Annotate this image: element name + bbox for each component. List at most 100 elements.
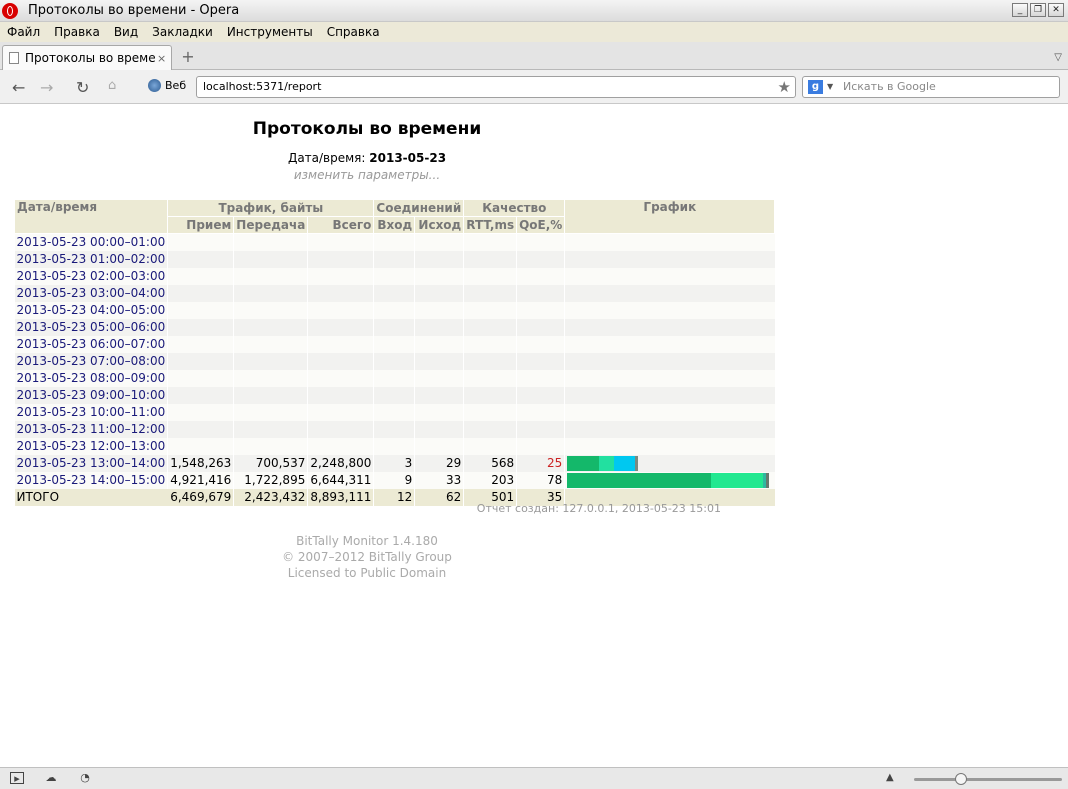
header-qoe[interactable]: QoE,% — [516, 216, 566, 234]
search-field[interactable]: g ▼ Искать в Google — [802, 76, 1060, 98]
cell-out — [414, 403, 465, 421]
tab-close-icon[interactable]: × — [157, 52, 166, 65]
menu-file[interactable]: Файл — [0, 25, 47, 39]
cell-rx — [167, 267, 235, 285]
address-field[interactable]: localhost:5371/report ★ — [196, 76, 796, 98]
header-out[interactable]: Исход — [414, 216, 465, 234]
cell-rtt — [463, 420, 518, 438]
web-label: Веб — [165, 79, 187, 92]
period-link[interactable]: 2013-05-23 14:00–15:00 — [14, 471, 169, 489]
period-link[interactable]: 2013-05-23 07:00–08:00 — [14, 352, 169, 370]
minimize-button[interactable]: _ — [1012, 3, 1028, 17]
cell-rtt — [463, 386, 518, 404]
cell-rtt — [463, 352, 518, 370]
cell-qoe — [516, 301, 566, 319]
zoom-slider[interactable] — [914, 773, 1062, 785]
speed-dial-icon[interactable]: ◔ — [78, 772, 92, 784]
cell-qoe — [516, 318, 566, 336]
cell-rx — [167, 420, 235, 438]
traffic-bar-segment — [567, 472, 712, 488]
close-window-button[interactable]: ✕ — [1048, 3, 1064, 17]
cell-rx — [167, 335, 235, 353]
cell-in — [373, 233, 416, 251]
menu-bar: Файл Правка Вид Закладки Инструменты Спр… — [0, 22, 1068, 42]
cloud-icon[interactable]: ☁ — [44, 772, 58, 784]
new-tab-button[interactable]: + — [178, 48, 198, 66]
period-link[interactable]: 2013-05-23 06:00–07:00 — [14, 335, 169, 353]
home-icon[interactable]: ⌂ — [108, 78, 116, 93]
header-total[interactable]: Всего — [307, 216, 375, 234]
cell-tx — [233, 318, 309, 336]
cell-total — [307, 352, 375, 370]
cell-rtt: 203 — [463, 471, 518, 489]
cell-rx — [167, 233, 235, 251]
cell-rtt — [463, 318, 518, 336]
reload-icon[interactable]: ↻ — [76, 78, 89, 97]
cell-in — [373, 318, 416, 336]
back-arrow-icon[interactable]: ← — [12, 78, 25, 97]
maximize-button[interactable]: ❐ — [1030, 3, 1046, 17]
menu-help[interactable]: Справка — [320, 25, 387, 39]
page-content: Протоколы во времени Дата/время: 2013-05… — [0, 105, 1068, 767]
zoom-slider-knob[interactable] — [955, 773, 968, 785]
tab-report[interactable]: Протоколы во времени × — [2, 45, 172, 70]
bookmark-star-icon[interactable]: ★ — [778, 77, 791, 97]
cell-total — [307, 250, 375, 268]
cell-out — [414, 267, 465, 285]
search-engine-dropdown-icon[interactable]: ▼ — [827, 77, 833, 97]
cell-out: 33 — [414, 471, 465, 489]
cell-rx — [167, 318, 235, 336]
cell-chart — [564, 437, 775, 455]
tab-menu-chevron-icon[interactable]: ▽ — [1054, 52, 1062, 63]
period-link[interactable]: 2013-05-23 10:00–11:00 — [14, 403, 169, 421]
cell-qoe — [516, 335, 566, 353]
period-link[interactable]: 2013-05-23 03:00–04:00 — [14, 284, 169, 302]
cell-total — [307, 437, 375, 455]
traffic-bar-segment — [765, 472, 769, 488]
cell-rtt — [463, 369, 518, 387]
cell-chart — [564, 335, 775, 353]
google-icon[interactable]: g — [808, 80, 823, 94]
cell-tx — [233, 420, 309, 438]
table-row: 2013-05-23 06:00–07:00 — [14, 335, 775, 353]
period-link[interactable]: 2013-05-23 13:00–14:00 — [14, 454, 169, 472]
menu-bookmarks[interactable]: Закладки — [145, 25, 220, 39]
cell-chart — [564, 267, 775, 285]
header-tx[interactable]: Передача — [233, 216, 309, 234]
cell-rx — [167, 403, 235, 421]
web-badge[interactable]: Веб — [148, 79, 186, 92]
change-params-link[interactable]: изменить параметры... — [0, 168, 734, 182]
cell-out — [414, 301, 465, 319]
cell-tx — [233, 301, 309, 319]
period-link[interactable]: 2013-05-23 00:00–01:00 — [14, 233, 169, 251]
cell-total — [307, 335, 375, 353]
period-link[interactable]: 2013-05-23 11:00–12:00 — [14, 420, 169, 438]
period-link[interactable]: 2013-05-23 05:00–06:00 — [14, 318, 169, 336]
opera-logo-icon — [2, 2, 18, 19]
traffic-bar-segment — [635, 455, 639, 471]
header-rtt[interactable]: RTT,ms — [463, 216, 518, 234]
cell-qoe — [516, 369, 566, 387]
cell-qoe — [516, 284, 566, 302]
panel-toggle-icon[interactable]: ▸ — [10, 772, 24, 785]
cell-in — [373, 369, 416, 387]
header-rx[interactable]: Прием — [167, 216, 235, 234]
forward-arrow-icon[interactable]: → — [40, 78, 53, 97]
header-connections: Соединений — [373, 199, 465, 217]
period-link[interactable]: 2013-05-23 01:00–02:00 — [14, 250, 169, 268]
menu-edit[interactable]: Правка — [47, 25, 107, 39]
menu-view[interactable]: Вид — [107, 25, 145, 39]
period-link[interactable]: 2013-05-23 08:00–09:00 — [14, 369, 169, 387]
table-row: 2013-05-23 02:00–03:00 — [14, 267, 775, 285]
period-link[interactable]: 2013-05-23 02:00–03:00 — [14, 267, 169, 285]
zoom-up-arrow-icon[interactable]: ▲ — [886, 772, 894, 783]
menu-tools[interactable]: Инструменты — [220, 25, 320, 39]
period-link[interactable]: 2013-05-23 09:00–10:00 — [14, 386, 169, 404]
header-in[interactable]: Вход — [373, 216, 416, 234]
header-datetime[interactable]: Дата/время — [13, 199, 169, 234]
cell-qoe — [516, 267, 566, 285]
table-row: 2013-05-23 09:00–10:00 — [14, 386, 775, 404]
period-link[interactable]: 2013-05-23 04:00–05:00 — [14, 301, 169, 319]
credits: BitTally Monitor 1.4.180 © 2007–2012 Bit… — [0, 533, 734, 581]
period-link[interactable]: 2013-05-23 12:00–13:00 — [14, 437, 169, 455]
